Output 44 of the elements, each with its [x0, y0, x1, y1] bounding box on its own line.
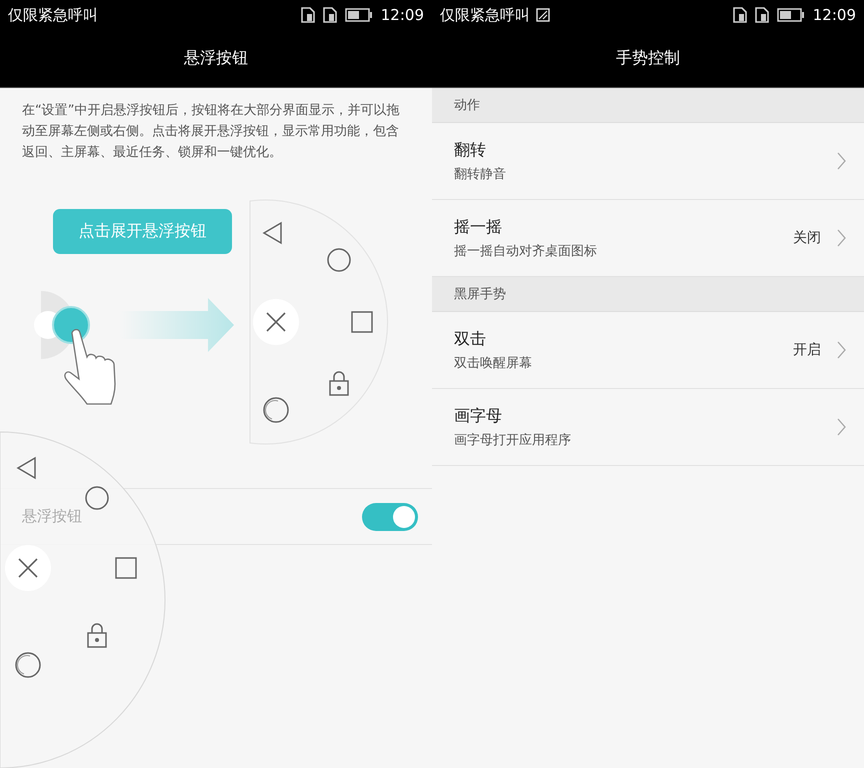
close-icon	[5, 545, 51, 591]
optimize-icon	[263, 397, 289, 423]
battery-icon	[344, 8, 373, 22]
home-icon	[85, 486, 109, 510]
carrier-text: 仅限紧急呼叫	[440, 6, 530, 24]
home-icon	[327, 248, 351, 272]
recent-apps-icon	[115, 557, 137, 579]
item-title: 摇一摇	[454, 216, 503, 238]
toggle-switch[interactable]	[362, 502, 418, 530]
clock-time: 12:09	[380, 6, 424, 24]
description-text: 在“设置”中开启悬浮按钮后，按钮将在大部分界面显示，并可以拖动至屏幕左侧或右侧。点击将展开悬浮按钮，显示常用功能，包含返回、主屏幕、最近任务、锁屏和一键优化。	[21, 102, 400, 162]
chevron-right-icon	[837, 341, 846, 359]
battery-icon	[776, 8, 805, 22]
chevron-right-icon	[837, 418, 846, 436]
sim-card-icon	[754, 7, 769, 23]
recent-apps-icon	[351, 311, 373, 333]
item-subtitle: 画字母打开应用程序	[454, 432, 572, 448]
item-subtitle: 翻转静音	[454, 166, 507, 182]
image-icon	[536, 8, 550, 22]
chevron-right-icon	[837, 152, 846, 170]
item-title: 翻转	[454, 140, 487, 160]
sim-card-icon	[732, 7, 747, 23]
sim-card-icon	[300, 7, 315, 23]
status-value: 关闭	[793, 229, 821, 247]
item-subtitle: 摇一摇自动对齐桌面图标	[454, 242, 598, 260]
section-header: 动作	[432, 88, 864, 123]
setting-label: 悬浮按钮	[22, 507, 82, 526]
screen-title: 悬浮按钮	[184, 48, 248, 69]
carrier-text: 仅限紧急呼叫	[8, 6, 98, 24]
item-title: 画字母	[454, 406, 503, 426]
sim-card-icon	[322, 7, 337, 23]
section-header: 黑屏手势	[432, 277, 864, 312]
lock-icon	[329, 371, 349, 396]
lock-icon	[87, 623, 107, 648]
chevron-right-icon	[837, 229, 846, 247]
item-subtitle: 双击唤醒屏幕	[454, 354, 533, 372]
clock-time: 12:09	[812, 6, 856, 24]
item-title: 双击	[454, 328, 487, 350]
status-value: 开启	[793, 341, 821, 359]
optimize-icon	[15, 652, 41, 678]
close-icon	[253, 299, 299, 345]
back-icon	[16, 456, 36, 480]
back-icon	[262, 222, 282, 244]
screen-title: 手势控制	[616, 48, 680, 69]
